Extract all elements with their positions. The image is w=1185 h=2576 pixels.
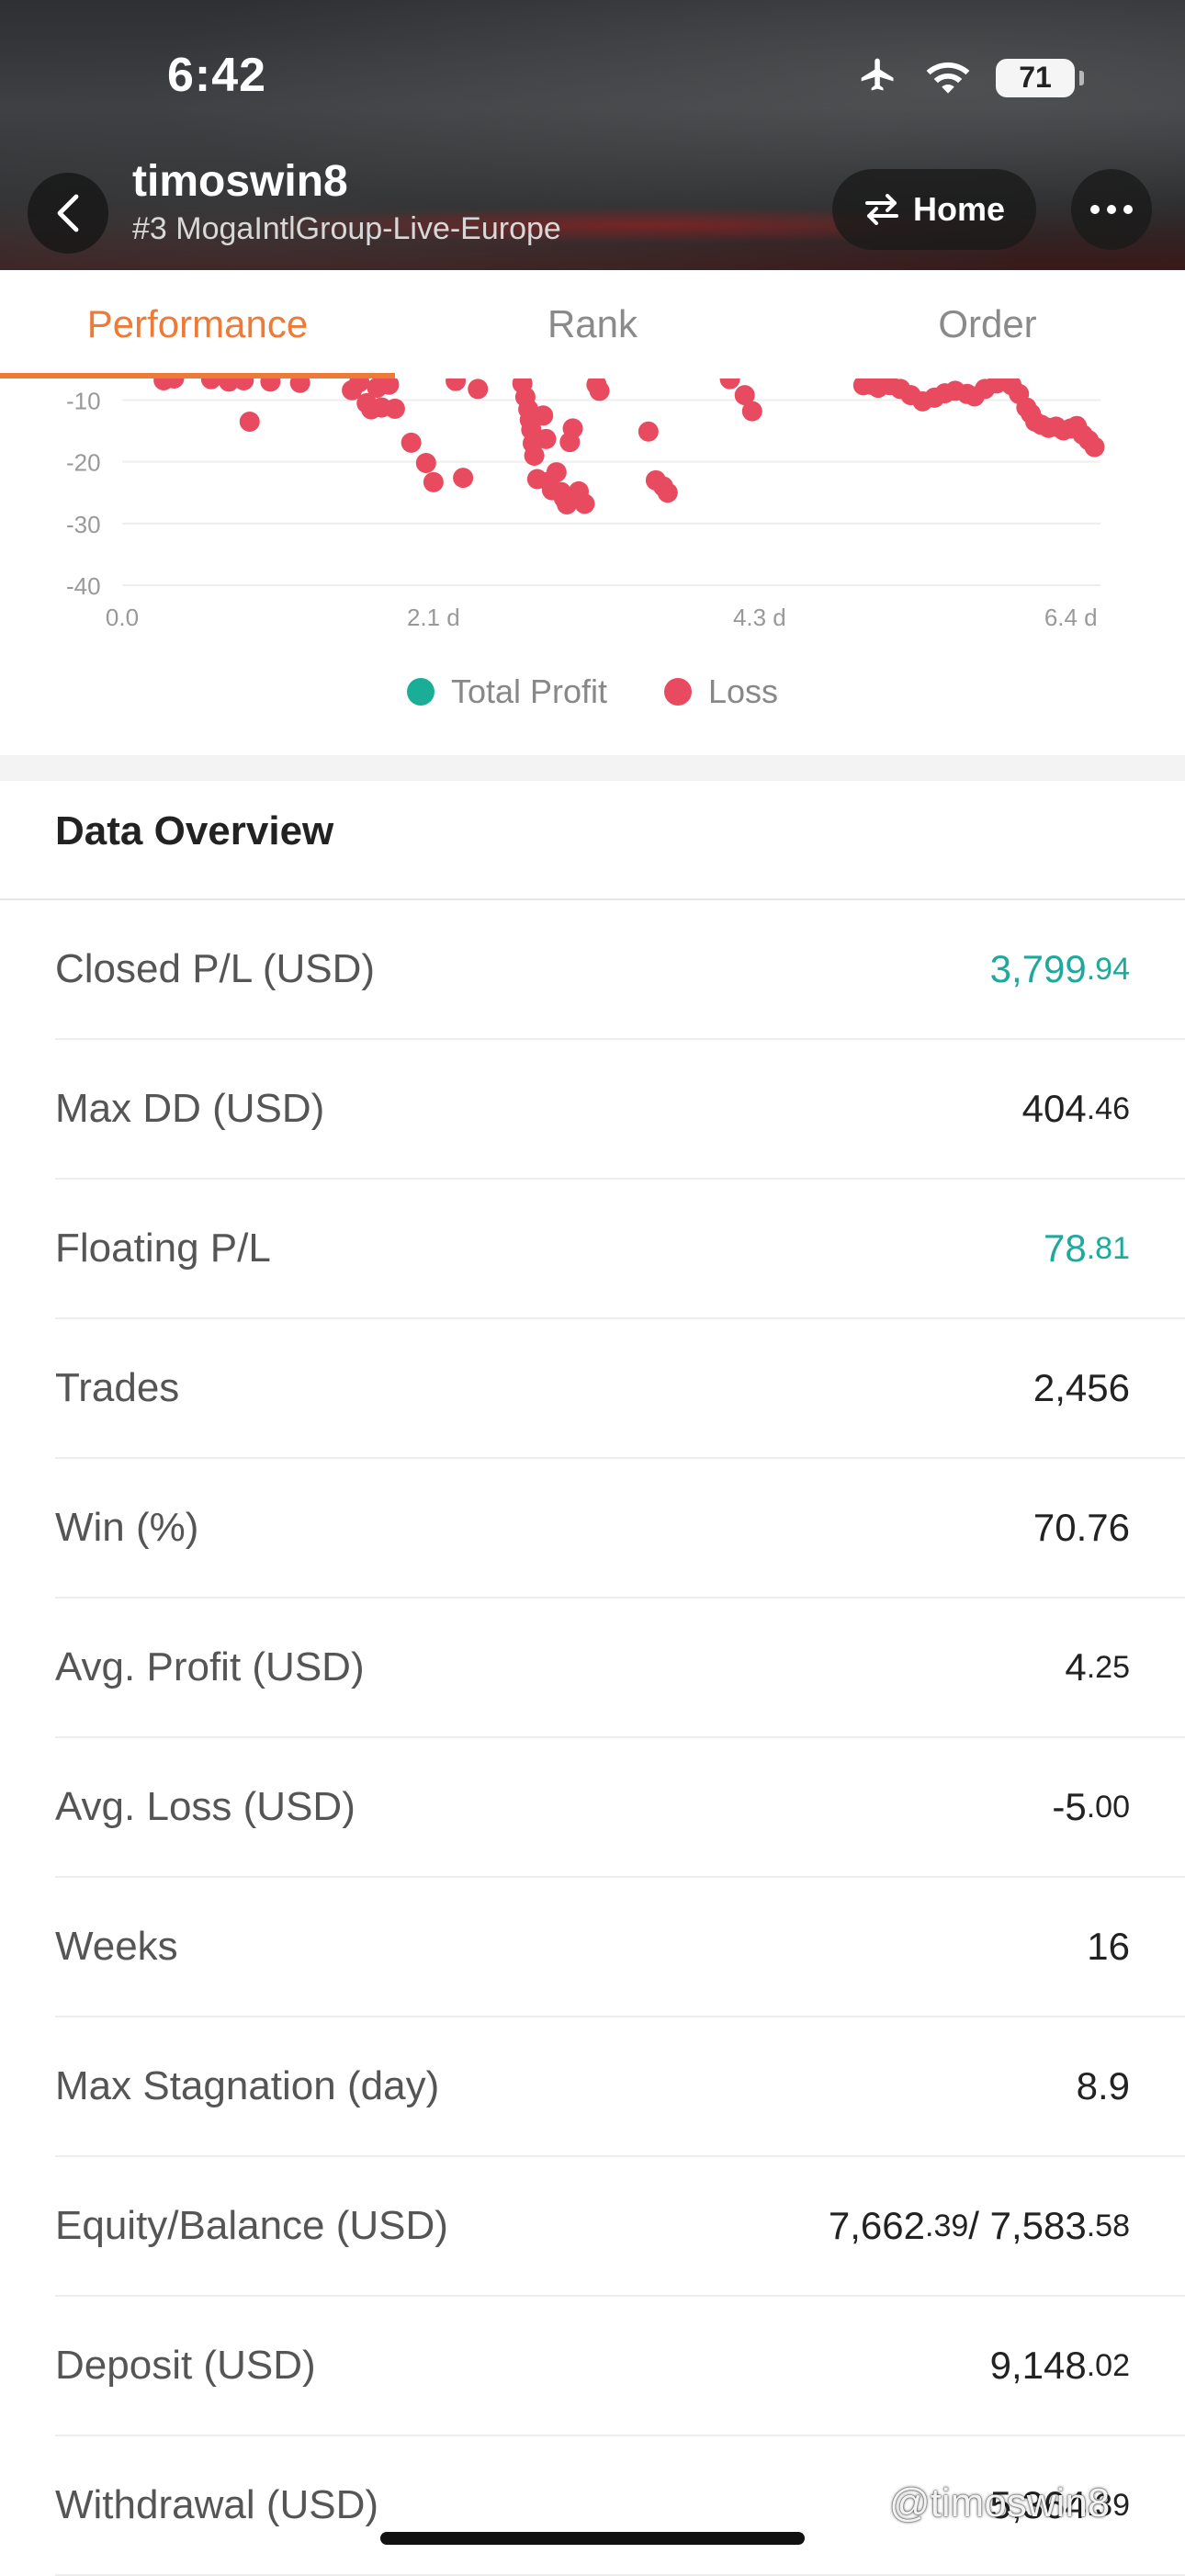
- loss-point: [638, 421, 659, 442]
- x-tick-label: 4.3 d: [733, 604, 786, 631]
- more-dots-icon: [1090, 205, 1133, 214]
- overview-row-label: Avg. Loss (USD): [55, 1784, 356, 1829]
- y-tick-label: -30: [66, 511, 101, 538]
- overview-row-value: 7,662.39 / 7,583.58: [828, 2204, 1130, 2247]
- loss-point: [423, 471, 444, 492]
- overview-row-value: 70.76: [1033, 1506, 1130, 1549]
- loss-point: [260, 378, 281, 392]
- section-separator: [0, 755, 1185, 781]
- loss-point: [657, 482, 678, 503]
- more-options-button[interactable]: [1071, 169, 1152, 250]
- overview-row-label: Weeks: [55, 1924, 178, 1969]
- chart-legend: Total Profit Loss: [0, 672, 1185, 711]
- loss-point: [546, 462, 567, 483]
- overview-row: Equity/Balance (USD) 7,662.39 / 7,583.58: [55, 2157, 1185, 2297]
- loss-point: [200, 378, 221, 390]
- legend-dot-loss: [664, 678, 693, 706]
- wifi-icon: [924, 57, 972, 98]
- legend-label-loss: Loss: [708, 672, 779, 710]
- page-title: timoswin8: [132, 157, 348, 206]
- overview-row: Closed P/L (USD) 3,799.94: [55, 900, 1185, 1040]
- loss-point: [533, 405, 554, 426]
- page-subtitle: #3 MogaIntlGroup-Live-Europe: [132, 211, 561, 246]
- loss-point: [741, 401, 762, 422]
- loss-point: [446, 378, 467, 391]
- x-tick-label: 6.4 d: [1044, 604, 1098, 631]
- tab-performance[interactable]: Performance: [0, 270, 395, 378]
- loss-point: [719, 378, 740, 390]
- battery-indicator: 71: [996, 58, 1084, 97]
- overview-row-label: Avg. Profit (USD): [55, 1644, 365, 1689]
- overview-row: Avg. Loss (USD) -5.00: [55, 1738, 1185, 1878]
- overview-row-value: 8.9: [1076, 2064, 1130, 2107]
- y-tick-label: -40: [66, 572, 101, 600]
- loss-point: [1084, 436, 1105, 458]
- overview-row-label: Max Stagnation (day): [55, 2063, 440, 2108]
- loss-point: [401, 432, 422, 453]
- scatter-chart: -10 -20 -30 -400.0 2.1 d 4.3 d 6.4 d: [66, 378, 1105, 631]
- chevron-left-icon: [57, 194, 79, 232]
- y-tick-label: -10: [66, 388, 101, 415]
- overview-row-label: Equity/Balance (USD): [55, 2203, 448, 2248]
- overview-row-label: Floating P/L: [55, 1226, 271, 1271]
- loss-point: [384, 398, 405, 419]
- home-indicator[interactable]: [380, 2532, 805, 2545]
- overview-row-label: Win (%): [55, 1505, 199, 1550]
- data-overview-list: Closed P/L (USD) 3,799.94 Max DD (USD) 404.…: [0, 900, 1185, 2576]
- y-tick-label: -20: [66, 449, 101, 477]
- overview-row-value: 78.81: [1044, 1226, 1130, 1270]
- overview-row: Deposit (USD) 9,148.02: [55, 2297, 1185, 2436]
- overview-row-value: 404.46: [1021, 1087, 1130, 1130]
- overview-row-label: Closed P/L (USD): [55, 946, 376, 991]
- loss-point: [239, 412, 260, 433]
- loss-point: [468, 378, 489, 400]
- overview-row: Avg. Profit (USD) 4.25: [55, 1599, 1185, 1738]
- home-button[interactable]: Home: [832, 169, 1036, 250]
- overview-row-label: Max DD (USD): [55, 1086, 325, 1131]
- data-overview-title: Data Overview: [55, 808, 334, 853]
- legend-dot-total-profit: [406, 678, 434, 706]
- overview-row: Max DD (USD) 404.46: [55, 1040, 1185, 1180]
- overview-row: Floating P/L 78.81: [55, 1180, 1185, 1319]
- tab-bar: Performance Rank Order: [0, 270, 1185, 380]
- loss-point: [524, 445, 545, 466]
- overview-row: Max Stagnation (day) 8.9: [55, 2017, 1185, 2157]
- loss-point: [536, 428, 557, 449]
- loss-point: [562, 418, 583, 439]
- loss-point: [589, 380, 610, 401]
- legend-item-loss[interactable]: Loss: [664, 672, 778, 711]
- loss-point: [453, 468, 474, 489]
- loss-point: [574, 493, 595, 514]
- tab-rank[interactable]: Rank: [395, 270, 790, 378]
- overview-row-value: -5.00: [1052, 1785, 1130, 1828]
- swap-icon: [864, 194, 898, 225]
- overview-row: Weeks 16: [55, 1878, 1185, 2017]
- status-icons: 71: [856, 55, 1084, 100]
- overview-row: Win (%) 70.76: [55, 1459, 1185, 1599]
- loss-point: [233, 378, 254, 391]
- overview-row-value: 3,799.94: [989, 947, 1130, 990]
- loss-point: [289, 378, 310, 393]
- legend-label-total-profit: Total Profit: [450, 672, 608, 710]
- loss-point: [415, 453, 436, 474]
- legend-item-total-profit[interactable]: Total Profit: [406, 672, 608, 711]
- header: 6:42 71 timoswin8 #3 MogaIntlGroup-Live-…: [0, 0, 1185, 270]
- overview-row-value: 9,148.02: [989, 2344, 1130, 2387]
- home-button-label: Home: [912, 190, 1006, 228]
- status-time: 6:42: [167, 49, 267, 102]
- x-tick-label: 2.1 d: [407, 604, 460, 631]
- overview-row-label: Withdrawal (USD): [55, 2482, 379, 2527]
- back-button[interactable]: [28, 173, 108, 254]
- overview-row-label: Trades: [55, 1365, 180, 1410]
- overview-row-value: 4.25: [1065, 1645, 1130, 1689]
- overview-row-label: Deposit (USD): [55, 2343, 316, 2388]
- watermark: @timoswin8: [889, 2480, 1111, 2525]
- x-tick-label: 0.0: [106, 604, 139, 631]
- overview-row: Trades 2,456: [55, 1319, 1185, 1459]
- tab-order[interactable]: Order: [790, 270, 1185, 378]
- overview-row-value: 16: [1087, 1925, 1130, 1968]
- overview-row-value: 2,456: [1033, 1366, 1130, 1409]
- airplane-icon: [856, 55, 900, 100]
